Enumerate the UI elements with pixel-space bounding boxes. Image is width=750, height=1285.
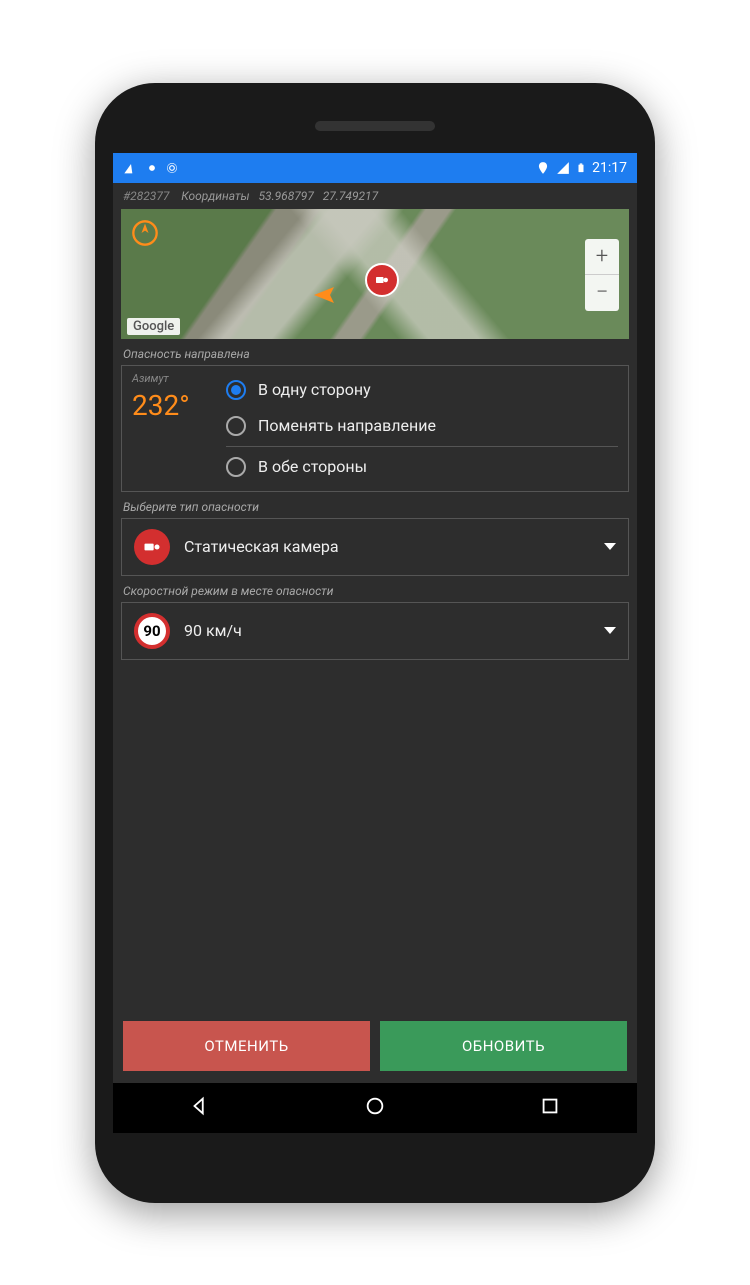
radio-one-way[interactable]: В одну сторону (226, 372, 618, 408)
chevron-down-icon (604, 543, 616, 550)
speed-sign-value: 90 (143, 622, 160, 640)
hazard-type-section-label: Выберите тип опасности (113, 492, 637, 518)
speed-section-label: Скоростной режим в месте опасности (113, 576, 637, 602)
coords-lat: 53.968797 (258, 189, 313, 203)
azimuth-label: Азимут (132, 372, 212, 385)
camera-icon (134, 529, 170, 565)
status-bar: 21:17 (113, 153, 637, 183)
coords-lon: 27.749217 (323, 189, 378, 203)
chevron-down-icon (604, 627, 616, 634)
update-button[interactable]: ОБНОВИТЬ (380, 1021, 627, 1071)
battery-icon (576, 161, 586, 175)
status-time: 21:17 (592, 160, 627, 176)
hazard-type-label: Статическая камера (184, 537, 590, 556)
phone-speaker (315, 121, 435, 131)
speed-limit-icon: 90 (134, 613, 170, 649)
radio-icon-checked (226, 380, 246, 400)
compass-icon[interactable] (131, 219, 159, 247)
nav-recent-button[interactable] (539, 1095, 561, 1121)
settings-status-icon (165, 161, 179, 175)
map-view[interactable]: + − Google (121, 209, 629, 339)
android-navbar (113, 1083, 637, 1133)
cancel-button[interactable]: ОТМЕНИТЬ (123, 1021, 370, 1071)
direction-box: Азимут 232° В одну сторону Поменять напр… (121, 365, 629, 492)
direction-arrow-icon (314, 287, 344, 303)
radio-both-ways[interactable]: В обе стороны (226, 449, 618, 485)
direction-radio-group: В одну сторону Поменять направление В об… (226, 372, 618, 485)
coords-label: Координаты (181, 189, 249, 203)
hazard-type-dropdown[interactable]: Статическая камера (121, 518, 629, 576)
nav-home-button[interactable] (364, 1095, 386, 1121)
speed-limit-label: 90 км/ч (184, 621, 590, 640)
radio-swap-direction[interactable]: Поменять направление (226, 408, 618, 444)
radio-icon (226, 416, 246, 436)
radio-icon (226, 457, 246, 477)
radio-label: Поменять направление (258, 416, 436, 435)
footer-buttons: ОТМЕНИТЬ ОБНОВИТЬ (113, 1009, 637, 1083)
direction-section-label: Опасность направлена (113, 339, 637, 365)
radio-label: В обе стороны (258, 457, 367, 476)
speed-limit-dropdown[interactable]: 90 90 км/ч (121, 602, 629, 660)
app-icon (123, 160, 139, 176)
radio-label: В одну сторону (258, 380, 371, 399)
map-attribution: Google (127, 318, 180, 335)
azimuth-value: 232° (132, 389, 212, 422)
azimuth-block: Азимут 232° (132, 372, 212, 485)
location-status-icon (145, 161, 159, 175)
zoom-out-button[interactable]: − (585, 275, 619, 311)
nav-back-button[interactable] (189, 1095, 211, 1121)
hazard-id: #282377 (123, 189, 169, 203)
zoom-in-button[interactable]: + (585, 239, 619, 275)
info-row: #282377 Координаты 53.968797 27.749217 (113, 183, 637, 209)
hazard-pin-icon[interactable] (365, 263, 399, 297)
divider (226, 446, 618, 447)
phone-frame: 21:17 #282377 Координаты 53.968797 27.74… (95, 83, 655, 1203)
gps-icon (536, 161, 550, 175)
screen: 21:17 #282377 Координаты 53.968797 27.74… (113, 153, 637, 1133)
zoom-controls: + − (585, 239, 619, 311)
signal-icon (556, 161, 570, 175)
spacer (113, 660, 637, 1009)
